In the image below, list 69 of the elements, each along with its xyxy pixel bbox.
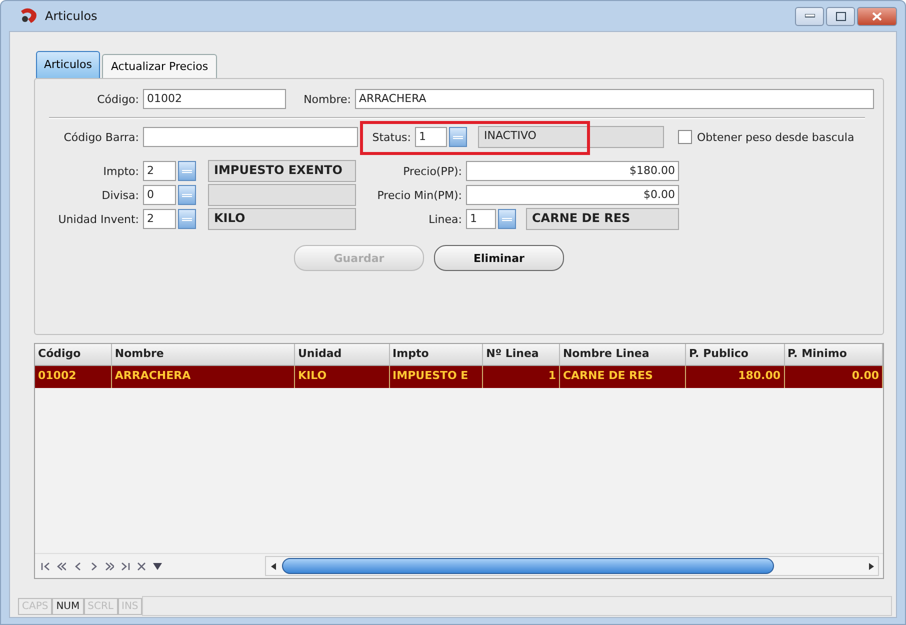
barcode-field[interactable] bbox=[143, 127, 358, 147]
close-icon bbox=[872, 12, 882, 20]
field-label: Status: bbox=[371, 130, 412, 144]
table-cell: CARNE DE RES bbox=[560, 366, 686, 388]
maximize-button[interactable] bbox=[826, 6, 855, 26]
unit-description: KILO bbox=[208, 208, 356, 230]
minimize-icon bbox=[804, 14, 814, 18]
field-label: Unidad Invent: bbox=[57, 212, 140, 226]
table-cell: 1 bbox=[483, 366, 560, 388]
checkbox-label: Obtener peso desde bascula bbox=[696, 130, 856, 144]
navigator-button[interactable] bbox=[57, 562, 66, 570]
field-label: Código Barra: bbox=[62, 130, 140, 144]
key-indicator: NUM bbox=[52, 598, 84, 614]
column-header[interactable]: Impto bbox=[390, 344, 484, 366]
tab[interactable]: Actualizar Precios bbox=[102, 54, 218, 78]
maximize-icon bbox=[836, 12, 846, 20]
column-header[interactable]: Unidad bbox=[294, 344, 390, 366]
status-field[interactable]: 1 bbox=[415, 127, 447, 147]
price-field[interactable]: $180.00 bbox=[466, 161, 679, 181]
table-cell: IMPUESTO E bbox=[390, 366, 484, 388]
column-header[interactable]: Nombre Linea bbox=[560, 344, 686, 366]
minimize-button[interactable] bbox=[795, 6, 824, 26]
table-cell: KILO bbox=[294, 366, 390, 388]
table-cell: 01002 bbox=[35, 366, 112, 388]
currency-field[interactable]: 0 bbox=[143, 185, 176, 205]
column-header[interactable]: P. Publico bbox=[686, 344, 785, 366]
delete-button[interactable]: Eliminar bbox=[434, 245, 564, 271]
filter-icon[interactable] bbox=[153, 562, 162, 570]
line-description: CARNE DE RES bbox=[526, 208, 679, 230]
unit-field[interactable]: 2 bbox=[143, 209, 176, 229]
field-label: Precio Min(PM): bbox=[376, 188, 463, 202]
tax-description: IMPUESTO EXENTO bbox=[208, 160, 356, 182]
lookup-button[interactable] bbox=[178, 185, 196, 205]
field-label: Código: bbox=[96, 92, 140, 106]
app-icon bbox=[19, 7, 39, 25]
status-description: INACTIVO bbox=[478, 126, 664, 148]
field-label: Divisa: bbox=[100, 188, 140, 202]
column-header[interactable]: Código bbox=[35, 344, 112, 366]
lookup-button[interactable] bbox=[449, 127, 467, 147]
table-row[interactable]: 01002 ARRACHERA KILO IMPUESTO E 1 CARNE DE RES 180.00 0.00 bbox=[35, 366, 883, 388]
table-cell: 0.00 bbox=[784, 366, 884, 388]
navigator-button[interactable] bbox=[105, 562, 114, 570]
close-button[interactable] bbox=[857, 6, 897, 26]
field-label: Precio(PP): bbox=[402, 164, 463, 178]
column-header[interactable]: Nº Linea bbox=[483, 344, 560, 366]
navigator-button[interactable] bbox=[121, 562, 130, 570]
field-label: Linea: bbox=[428, 212, 463, 226]
scroll-right-icon[interactable] bbox=[868, 562, 874, 570]
code-field[interactable]: 01002 bbox=[143, 89, 286, 109]
field-label: Impto: bbox=[102, 164, 140, 178]
checkbox[interactable] bbox=[678, 130, 692, 144]
lookup-button[interactable] bbox=[498, 209, 516, 229]
field-label: Nombre: bbox=[302, 92, 352, 106]
name-field[interactable]: ARRACHERA bbox=[355, 89, 874, 109]
column-header[interactable]: Nombre bbox=[112, 344, 295, 366]
lookup-button[interactable] bbox=[178, 209, 196, 229]
scroll-left-icon[interactable] bbox=[270, 562, 276, 570]
tax-field[interactable]: 2 bbox=[143, 161, 176, 181]
line-field[interactable]: 1 bbox=[466, 209, 496, 229]
table-cell: ARRACHERA bbox=[112, 366, 295, 388]
lookup-button[interactable] bbox=[178, 161, 196, 181]
min-price-field[interactable]: $0.00 bbox=[466, 185, 679, 205]
horizontal-scrollbar[interactable] bbox=[265, 556, 879, 576]
navigator-button[interactable] bbox=[137, 562, 146, 570]
window-title: Articulos bbox=[45, 9, 98, 23]
table-cell: 180.00 bbox=[686, 366, 785, 388]
tab[interactable]: Articulos bbox=[36, 51, 100, 78]
column-header[interactable]: P. Minimo bbox=[784, 344, 884, 366]
navigator-button[interactable] bbox=[41, 562, 50, 570]
